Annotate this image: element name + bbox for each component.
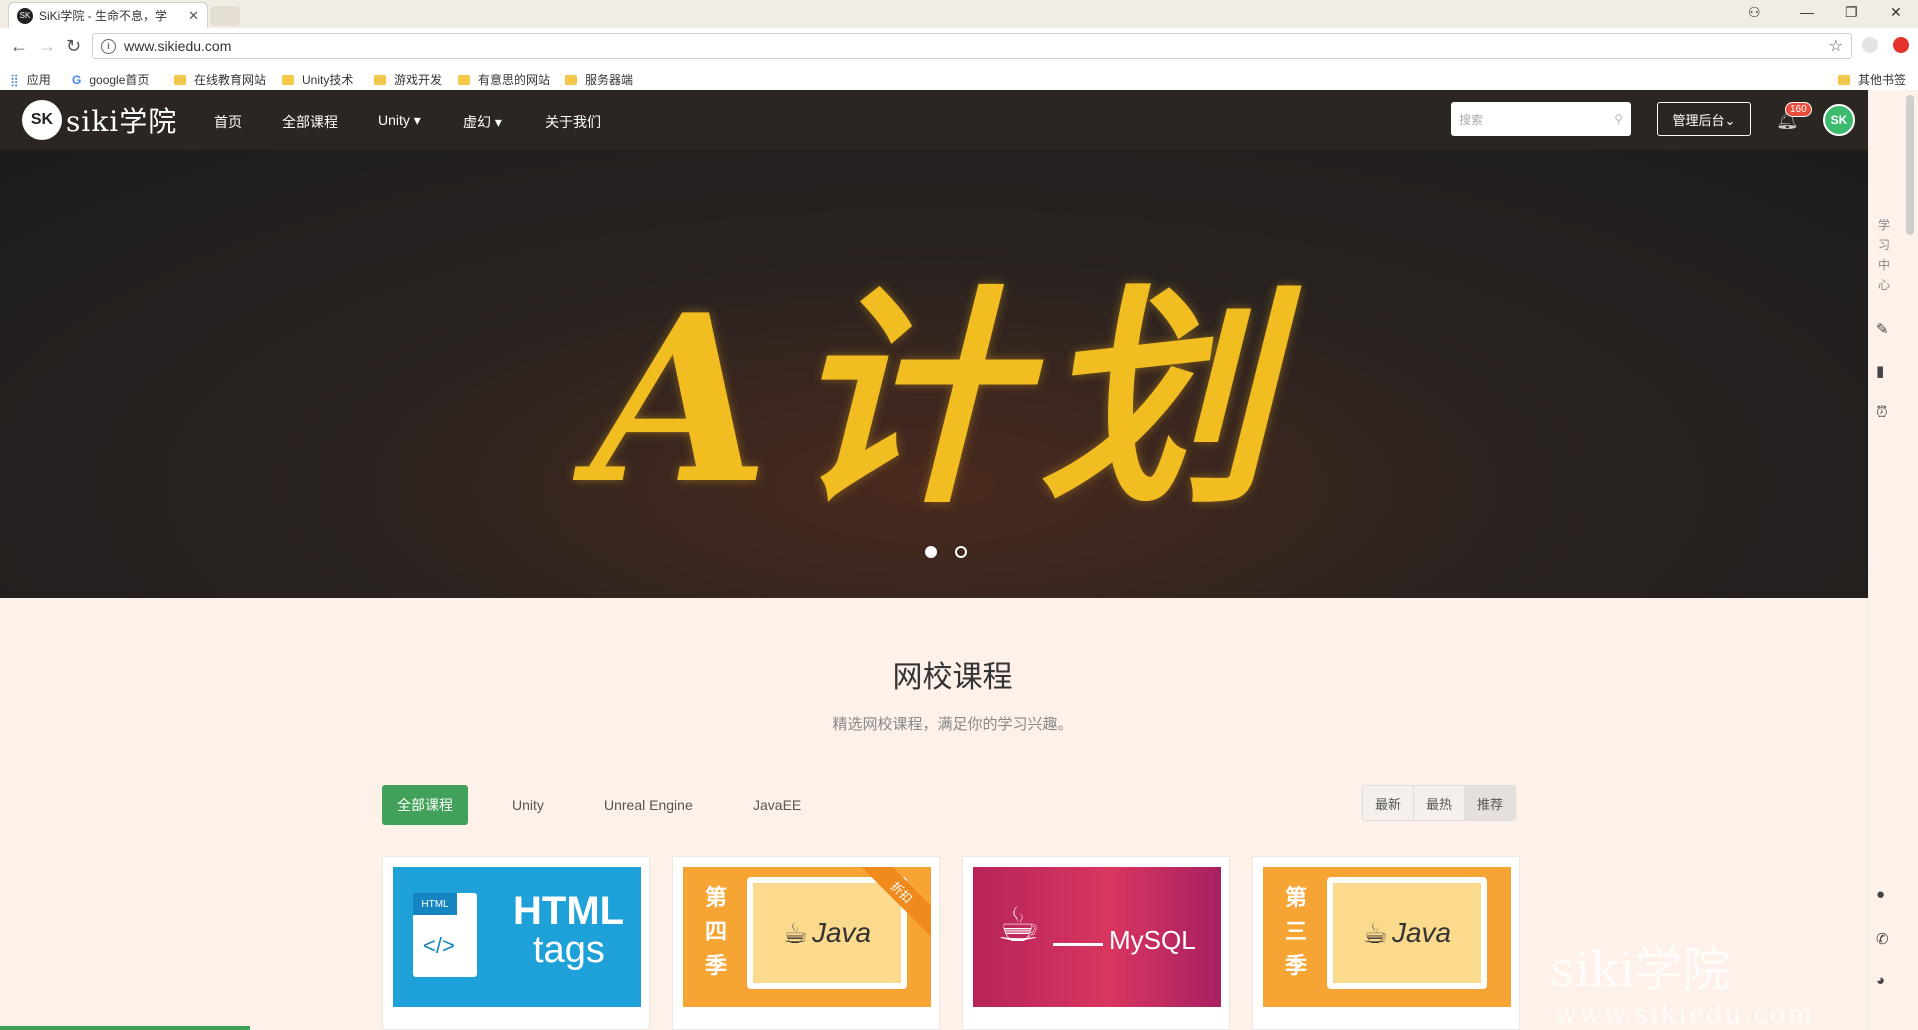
coffee-cup-icon: ☕︎: [1362, 917, 1388, 949]
carousel-indicators: [925, 546, 967, 558]
monitor-graphic: ☕︎ Java: [1327, 877, 1487, 989]
carousel-dot-2[interactable]: [955, 546, 967, 558]
coffee-cup-icon: ☕︎: [782, 917, 808, 949]
filter-all-courses[interactable]: 全部课程: [382, 785, 468, 825]
browser-tab[interactable]: SK SiKi学院 - 生命不息，学 ✕: [8, 2, 208, 28]
watermark-url: www.sikiedu.com: [1555, 1000, 1815, 1030]
bookmark-folder[interactable]: 游戏开发: [374, 71, 442, 88]
watermark-logo: siki学院: [1550, 942, 1731, 998]
connector-line: [1053, 943, 1103, 946]
address-bar-row: ← → ↻ i www.sikiedu.com ☆: [0, 28, 1918, 67]
site-header: SK siki学院 首页 全部课程 Unity ▾ 虚幻 ▾ 关于我们 搜索 ⚲…: [0, 90, 1868, 150]
close-window-icon[interactable]: ✕: [1890, 4, 1902, 21]
back-icon[interactable]: ←: [10, 36, 28, 57]
reload-icon[interactable]: ↻: [66, 36, 81, 57]
apps-grid-icon: ⣿: [10, 72, 19, 87]
course-thumbnail[interactable]: 第三季 ☕︎ Java: [1263, 867, 1511, 1007]
learning-center-link[interactable]: 学习中心: [1876, 215, 1892, 295]
bookmark-folder[interactable]: Unity技术: [282, 71, 353, 88]
logo-text: siki学院: [66, 105, 178, 138]
extension-icon[interactable]: [1862, 37, 1878, 53]
monitor-graphic: ☕︎ Java: [747, 877, 907, 989]
course-thumbnail[interactable]: HTML </> HTML tags: [393, 867, 641, 1007]
sort-group: 最新 最热 推荐: [1362, 785, 1517, 821]
folder-icon: [458, 74, 470, 85]
folder-icon: [374, 74, 386, 85]
mysql-logo: MySQL: [1109, 925, 1196, 955]
search-icon[interactable]: ⚲: [1614, 112, 1623, 126]
section-subtitle: 精选网校课程，满足你的学习兴趣。: [832, 716, 1073, 733]
new-tab-button[interactable]: [210, 6, 240, 26]
section-title: 网校课程: [892, 661, 1013, 694]
notification-badge: 160: [1785, 102, 1812, 117]
nav-about[interactable]: 关于我们: [545, 112, 601, 132]
nav-unity[interactable]: Unity ▾: [378, 112, 421, 129]
folder-icon: [1838, 74, 1850, 85]
sort-recommended[interactable]: 推荐: [1465, 786, 1516, 820]
nav-unreal[interactable]: 虚幻 ▾: [463, 112, 502, 132]
bookmark-folder[interactable]: 有意思的网站: [458, 71, 550, 88]
page-load-progress: [0, 1026, 250, 1030]
scrollbar[interactable]: [1906, 95, 1914, 235]
minimize-icon[interactable]: —: [1800, 4, 1814, 20]
bookmark-star-icon[interactable]: ☆: [1829, 36, 1843, 56]
url-text: www.sikiedu.com: [124, 38, 232, 54]
java-cup-icon: ☕︎: [997, 899, 1041, 952]
profile-icon[interactable]: ⚇: [1748, 4, 1761, 21]
java-logo: ☕︎ Java: [1362, 917, 1452, 949]
filter-unity[interactable]: Unity: [512, 785, 544, 825]
filter-unreal-engine[interactable]: Unreal Engine: [604, 785, 693, 825]
bookmarks-bar: ⣿ 应用 Ggoogle首页 在线教育网站 Unity技术 游戏开发 有意思的网站…: [0, 66, 1918, 91]
filter-javaee[interactable]: JavaEE: [753, 785, 801, 825]
bookmark-folder[interactable]: 服务器端: [565, 71, 633, 88]
phone-icon[interactable]: ✆: [1876, 930, 1889, 948]
bookmark-folder[interactable]: 在线教育网站: [174, 71, 266, 88]
url-field[interactable]: i www.sikiedu.com ☆: [92, 33, 1852, 59]
alarm-icon[interactable]: ⏰︎: [1876, 404, 1888, 421]
bookmark-google[interactable]: Ggoogle首页: [72, 71, 149, 88]
admin-button[interactable]: 管理后台⌄: [1657, 102, 1751, 136]
info-icon[interactable]: i: [101, 38, 116, 54]
folder-icon: [565, 74, 577, 85]
wechat-icon[interactable]: ◕: [1876, 972, 1885, 989]
folder-icon: [174, 74, 186, 85]
course-card[interactable]: HTML </> HTML tags: [382, 856, 650, 1030]
site-logo[interactable]: SK siki学院: [22, 100, 177, 140]
course-card[interactable]: ☕︎ MySQL: [962, 856, 1230, 1030]
nav-all-courses[interactable]: 全部课程: [282, 112, 338, 132]
logo-mark: SK: [22, 100, 62, 140]
hero-headline: A计划: [590, 264, 1290, 535]
sort-hottest[interactable]: 最热: [1414, 786, 1466, 820]
course-card[interactable]: 第三季 ☕︎ Java: [1252, 856, 1520, 1030]
site-favicon-icon: SK: [17, 7, 33, 24]
pencil-icon[interactable]: ✎: [1876, 320, 1889, 338]
book-icon[interactable]: ▮: [1876, 362, 1884, 380]
close-tab-icon[interactable]: ✕: [188, 8, 199, 24]
forward-icon[interactable]: →: [38, 36, 56, 57]
carousel-dot-1[interactable]: [925, 546, 937, 558]
tab-title: SiKi学院 - 生命不息，学: [39, 9, 168, 23]
restore-icon[interactable]: ❐: [1845, 4, 1858, 21]
bell-icon[interactable]: ●: [1876, 886, 1885, 903]
search-input[interactable]: 搜索 ⚲: [1451, 102, 1631, 136]
other-bookmarks[interactable]: 其他书签: [1838, 71, 1906, 88]
bookmark-apps[interactable]: ⣿ 应用: [10, 71, 51, 88]
course-card[interactable]: 第四季 ☕︎ Java 折扣: [672, 856, 940, 1030]
java-logo: ☕︎ Java: [782, 917, 872, 949]
extension-red-icon[interactable]: [1893, 37, 1909, 53]
google-icon: G: [72, 72, 82, 87]
browser-tab-bar: SK SiKi学院 - 生命不息，学 ✕ ⚇ — ❐ ✕: [0, 0, 1918, 28]
hero-carousel[interactable]: A计划: [0, 150, 1868, 598]
course-thumbnail[interactable]: 第四季 ☕︎ Java 折扣: [683, 867, 931, 1007]
folder-icon: [282, 74, 294, 85]
nav-home[interactable]: 首页: [214, 112, 242, 132]
avatar[interactable]: SK: [1823, 104, 1855, 136]
sort-newest[interactable]: 最新: [1363, 786, 1415, 820]
course-thumbnail[interactable]: ☕︎ MySQL: [973, 867, 1221, 1007]
